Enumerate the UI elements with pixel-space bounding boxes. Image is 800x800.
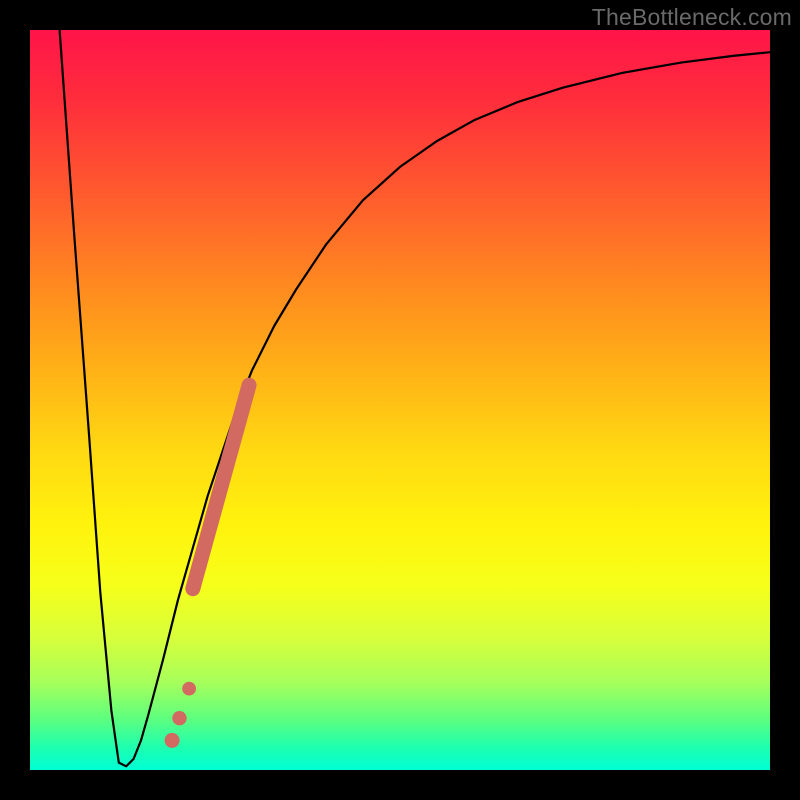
chart-frame: TheBottleneck.com xyxy=(0,0,800,800)
marker-segment xyxy=(193,385,249,589)
curve-line xyxy=(60,30,770,766)
plot-area xyxy=(30,30,770,770)
marker-dot xyxy=(182,682,196,696)
chart-svg xyxy=(30,30,770,770)
watermark-text: TheBottleneck.com xyxy=(592,4,792,31)
marker-dot xyxy=(165,733,180,748)
data-markers xyxy=(165,385,249,748)
marker-dot xyxy=(172,711,186,725)
